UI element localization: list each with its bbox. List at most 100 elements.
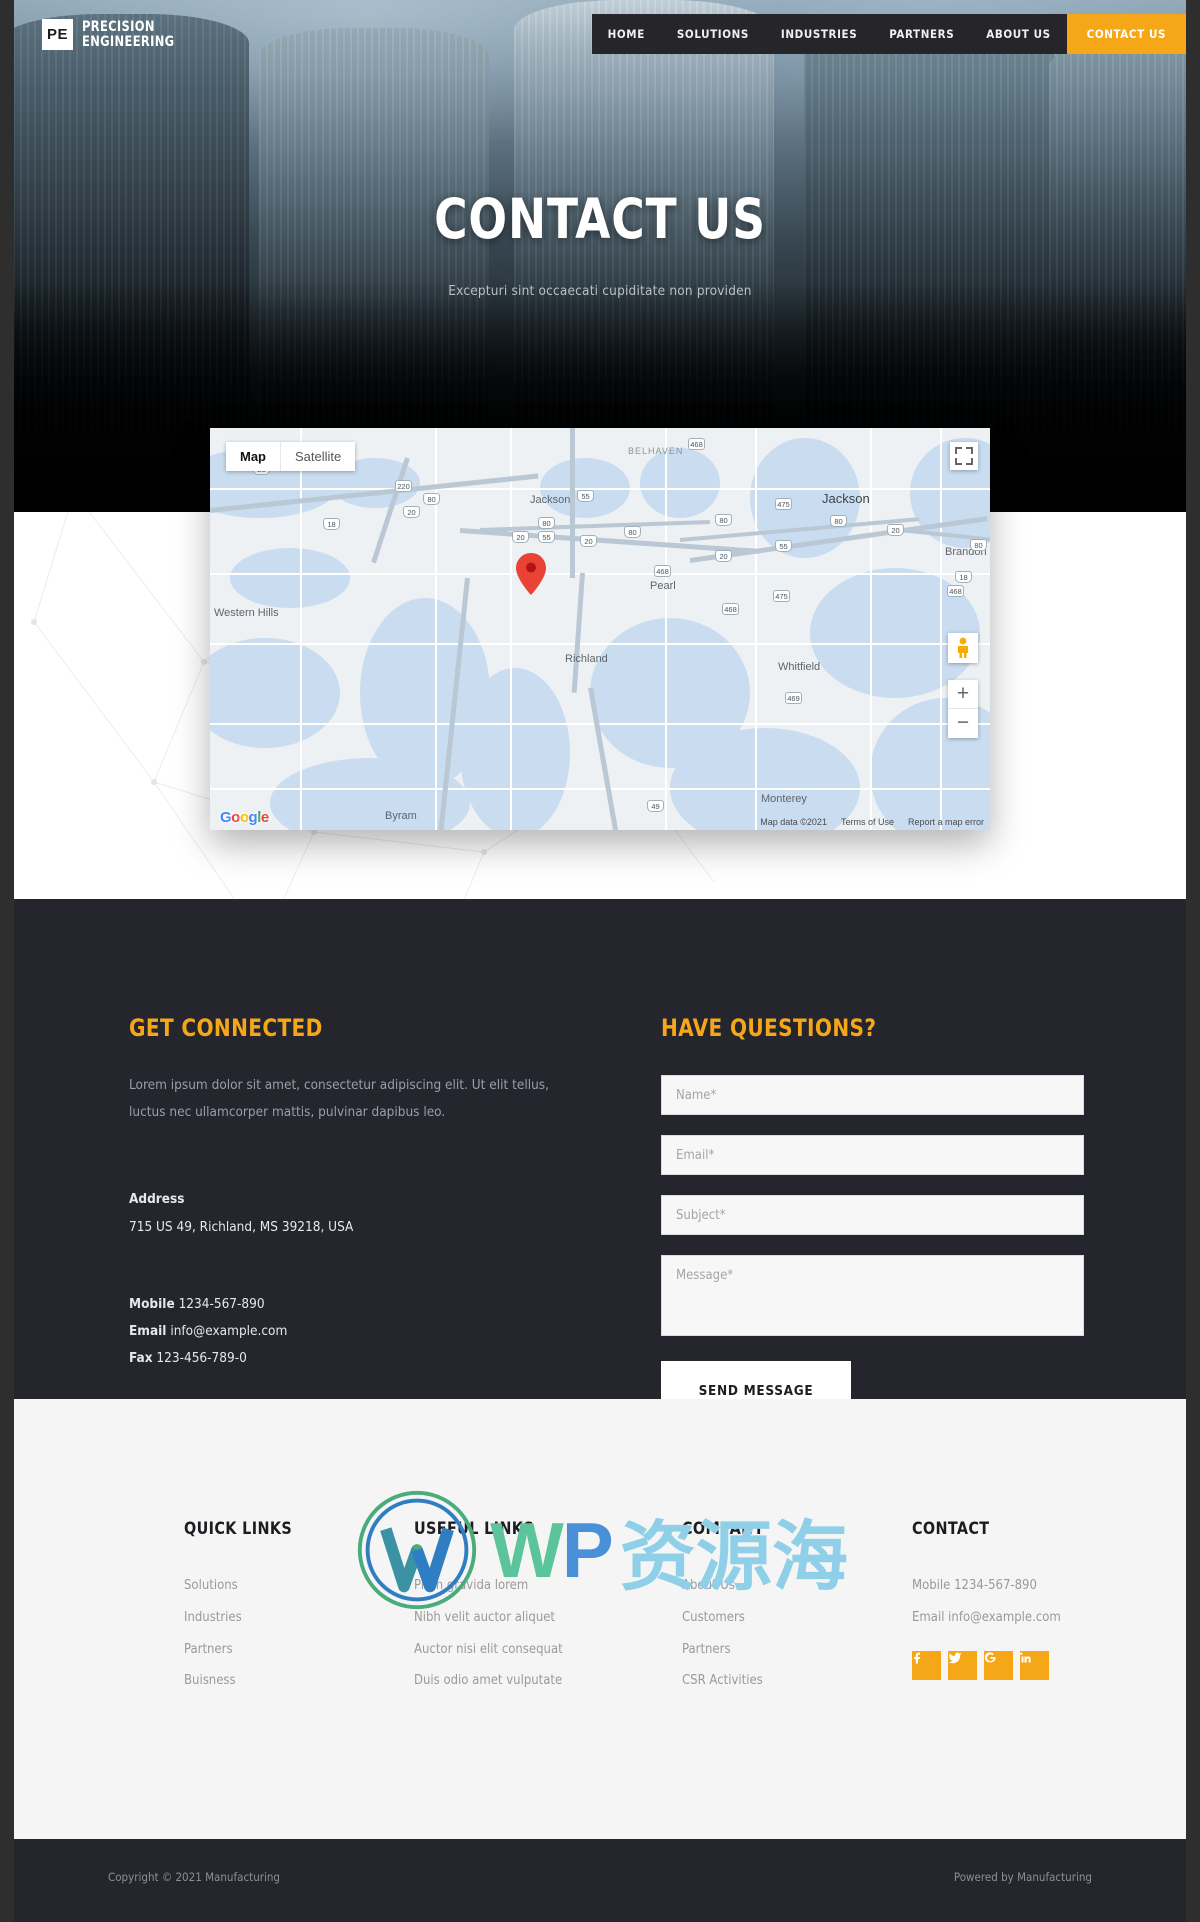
site-header: PE PRECISION ENGINEERING HOME SOLUTIONS IN… bbox=[14, 0, 1186, 68]
map-route-shield: 18 bbox=[323, 518, 340, 530]
contact-section: GET CONNECTED Lorem ipsum dolor sit amet… bbox=[14, 899, 1186, 1421]
viewport-edge-left bbox=[0, 0, 14, 1922]
pegman-streetview-icon[interactable] bbox=[948, 633, 978, 663]
company-link-1[interactable]: About Us bbox=[682, 1576, 735, 1597]
mobile-value: 1234-567-890 bbox=[178, 1296, 265, 1312]
google-logo[interactable]: Google bbox=[220, 809, 269, 826]
page-root: CONTACT US Excepturi sint occaecati cupi… bbox=[0, 0, 1200, 1922]
footer-mobile: Mobile 1234-567-890 bbox=[912, 1578, 1037, 1593]
email-input[interactable] bbox=[661, 1135, 1084, 1175]
phone-block: Mobile 1234-567-890 Email info@example.c… bbox=[129, 1291, 559, 1372]
map-route-shield: 468 bbox=[947, 585, 964, 597]
list-item: CSR Activities bbox=[682, 1671, 912, 1692]
quick-link-2[interactable]: Industries bbox=[184, 1608, 242, 1629]
list-item: Industries bbox=[184, 1608, 414, 1629]
map-route-shield: 475 bbox=[775, 498, 792, 510]
powered-by-text: Powered by Manufacturing bbox=[953, 1870, 1092, 1884]
logo-wordmark: PRECISION ENGINEERING bbox=[82, 19, 187, 50]
footer-col-company: COMPANY About Us Customers Partners CSR Act… bbox=[682, 1519, 912, 1703]
map-type-map[interactable]: Map bbox=[226, 442, 281, 471]
facebook-icon[interactable] bbox=[912, 1650, 941, 1680]
map-type-satellite[interactable]: Satellite bbox=[281, 442, 355, 471]
map-label: Monterey bbox=[761, 793, 807, 805]
twitter-icon[interactable] bbox=[948, 1650, 977, 1680]
map-label: Whitfield bbox=[778, 661, 821, 673]
company-title: COMPANY bbox=[682, 1519, 765, 1539]
fax-value: 123-456-789-0 bbox=[156, 1350, 247, 1366]
site-logo[interactable]: PE PRECISION ENGINEERING bbox=[42, 19, 187, 50]
get-connected-description: Lorem ipsum dolor sit amet, consectetur … bbox=[129, 1077, 549, 1120]
list-item: Auctor nisi elit consequat bbox=[414, 1640, 682, 1661]
useful-links-title: USEFUL LINKS bbox=[414, 1519, 535, 1539]
zoom-out-button[interactable]: − bbox=[948, 709, 978, 738]
useful-link-3[interactable]: Auctor nisi elit consequat bbox=[414, 1640, 563, 1661]
useful-link-2[interactable]: Nibh velit auctor aliquet bbox=[414, 1608, 555, 1629]
useful-links-list: Proin gravida lorem Nibh velit auctor ali… bbox=[414, 1576, 682, 1692]
map-terms-link[interactable]: Terms of Use bbox=[841, 817, 894, 827]
map-label: BELHAVEN bbox=[628, 446, 684, 456]
logo-badge: PE bbox=[42, 19, 73, 50]
name-input[interactable] bbox=[661, 1075, 1084, 1115]
company-link-2[interactable]: Customers bbox=[682, 1608, 745, 1629]
zoom-in-button[interactable]: + bbox=[948, 680, 978, 709]
map-label: Jackson bbox=[822, 491, 870, 506]
linkedin-icon[interactable] bbox=[1019, 1650, 1049, 1680]
map-route-shield: 20 bbox=[403, 506, 420, 518]
nav-item-contact-us[interactable]: CONTACT US bbox=[1066, 14, 1186, 54]
nav-item-industries[interactable]: INDUSTRIES bbox=[765, 14, 873, 54]
map-attribution: Map data ©2021 Terms of Use Report a map… bbox=[760, 817, 984, 827]
footer-email[interactable]: Email info@example.com bbox=[912, 1608, 1061, 1629]
list-item: Solutions bbox=[184, 1576, 414, 1597]
quick-link-3[interactable]: Partners bbox=[184, 1640, 233, 1661]
contact-form-heading: HAVE QUESTIONS? bbox=[661, 1014, 877, 1042]
bottom-bar: Copyright © 2021 Manufacturing Powered b… bbox=[14, 1839, 1186, 1922]
message-textarea[interactable] bbox=[661, 1255, 1084, 1336]
map-type-switcher[interactable]: Map Satellite bbox=[226, 442, 356, 471]
map-route-shield: 20 bbox=[715, 550, 732, 562]
quick-link-4[interactable]: Buisness bbox=[184, 1671, 236, 1692]
mobile-label: Mobile bbox=[129, 1296, 175, 1312]
map-canvas[interactable]: BELHAVEN Jackson Jackson Brandon Pearl Wester… bbox=[210, 428, 990, 830]
get-connected-heading: GET CONNECTED bbox=[129, 1014, 323, 1042]
map-zoom-controls[interactable]: + − bbox=[948, 680, 978, 738]
map-label: Jackson bbox=[530, 494, 571, 506]
map-route-shield: 18 bbox=[955, 571, 972, 583]
map-route-shield: 49 bbox=[647, 800, 664, 812]
get-connected-block: GET CONNECTED Lorem ipsum dolor sit amet… bbox=[129, 1014, 559, 1372]
nav-item-solutions[interactable]: SOLUTIONS bbox=[661, 14, 765, 54]
email-value[interactable]: info@example.com bbox=[170, 1323, 287, 1339]
quick-link-1[interactable]: Solutions bbox=[184, 1576, 238, 1597]
page-subtitle: Excepturi sint occaecati cupiditate non … bbox=[448, 283, 752, 299]
map-route-shield: 80 bbox=[538, 517, 555, 529]
footer-col-quick-links: QUICK LINKS Solutions Industries Partners B… bbox=[184, 1519, 414, 1703]
nav-item-partners[interactable]: PARTNERS bbox=[873, 14, 970, 54]
footer-col-contact: CONTACT Mobile 1234-567-890 Email info@e… bbox=[912, 1519, 1142, 1703]
useful-link-4[interactable]: Duis odio amet vulputate bbox=[414, 1671, 562, 1692]
fax-label: Fax bbox=[129, 1350, 153, 1366]
subject-input[interactable] bbox=[661, 1195, 1084, 1235]
address-value: 715 US 49, Richland, MS 39218, USA bbox=[129, 1219, 354, 1235]
location-map[interactable]: BELHAVEN Jackson Jackson Brandon Pearl Wester… bbox=[210, 428, 990, 830]
map-label: Richland bbox=[565, 653, 608, 665]
nav-item-home[interactable]: HOME bbox=[592, 14, 661, 54]
map-route-shield: 468 bbox=[688, 438, 705, 450]
map-route-shield: 468 bbox=[722, 603, 739, 615]
map-route-shield: 80 bbox=[970, 539, 987, 551]
company-link-4[interactable]: CSR Activities bbox=[682, 1671, 763, 1692]
map-label: Byram bbox=[385, 810, 417, 822]
address-block: Address 715 US 49, Richland, MS 39218, U… bbox=[129, 1186, 559, 1241]
company-link-3[interactable]: Partners bbox=[682, 1640, 731, 1661]
nav-item-about-us[interactable]: ABOUT US bbox=[970, 14, 1066, 54]
list-item: Buisness bbox=[184, 1671, 414, 1692]
location-pin bbox=[516, 553, 546, 600]
google-icon[interactable] bbox=[984, 1650, 1013, 1680]
map-label: Western Hills bbox=[214, 607, 279, 619]
viewport-edge-right bbox=[1186, 0, 1200, 1922]
fullscreen-icon[interactable] bbox=[950, 442, 978, 470]
map-route-shield: 20 bbox=[512, 531, 529, 543]
page-title: CONTACT US bbox=[434, 187, 766, 251]
useful-link-1[interactable]: Proin gravida lorem bbox=[414, 1576, 528, 1597]
map-route-shield: 55 bbox=[577, 490, 594, 502]
map-report-link[interactable]: Report a map error bbox=[908, 817, 984, 827]
footer-contact-title: CONTACT bbox=[912, 1519, 990, 1539]
